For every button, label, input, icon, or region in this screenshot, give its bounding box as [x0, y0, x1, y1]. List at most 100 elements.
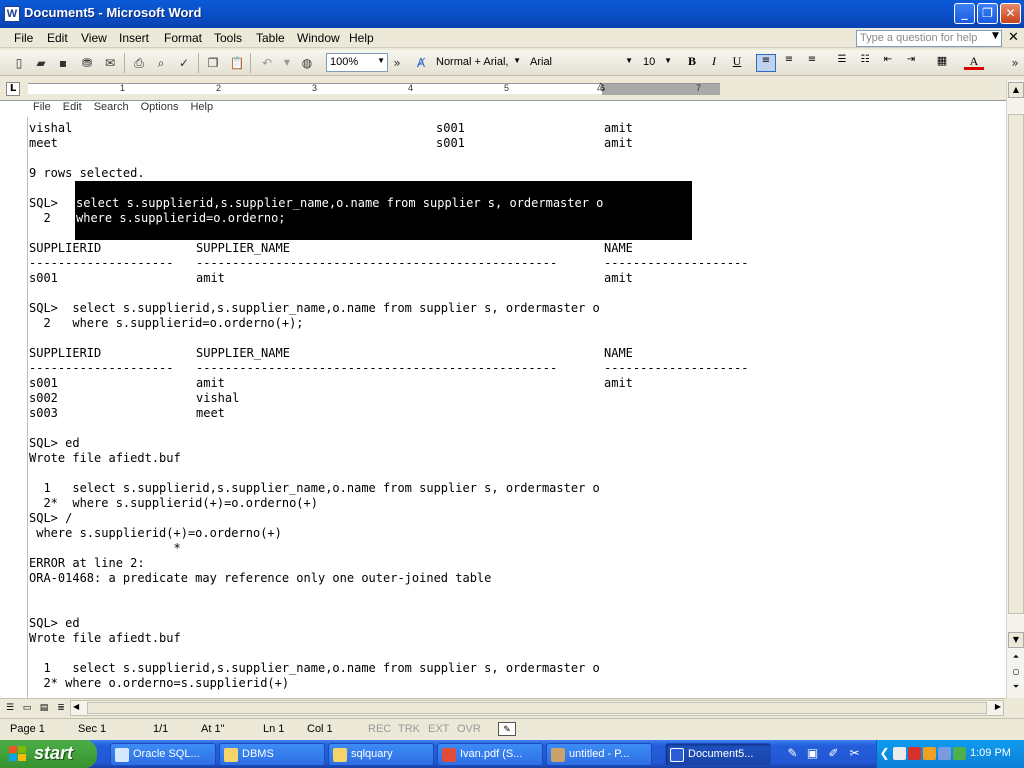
- start-button[interactable]: start: [0, 740, 97, 768]
- word-window: W Document5 - Microsoft Word _ ❐ ✕ File …: [0, 0, 1024, 740]
- copy-icon[interactable]: ❐: [204, 54, 222, 72]
- clock[interactable]: 1:09 PM: [970, 747, 1011, 759]
- toolbar-options-icon-2[interactable]: »: [1006, 54, 1024, 72]
- menu-edit[interactable]: Edit: [47, 31, 68, 45]
- ruler[interactable]: L 1 2 3 4 5 6 7 △: [0, 78, 1024, 100]
- task-oracle-sql[interactable]: Oracle SQL...: [110, 743, 216, 766]
- right-indent-marker-icon[interactable]: △: [597, 81, 605, 92]
- font-color-button[interactable]: A: [964, 54, 984, 70]
- chevron-down-icon: ▼: [377, 56, 385, 65]
- print-preview-icon[interactable]: ⌕: [152, 54, 170, 72]
- tray-icon[interactable]: [893, 747, 906, 760]
- menu-table[interactable]: Table: [256, 31, 285, 45]
- scroll-down-icon[interactable]: ▼: [1008, 632, 1024, 648]
- minimize-button[interactable]: _: [954, 3, 975, 24]
- task-ivan-pdf[interactable]: Ivan.pdf (S...: [437, 743, 543, 766]
- save-icon[interactable]: ▪: [54, 54, 72, 72]
- align-left-button[interactable]: ≡: [756, 54, 776, 72]
- next-page-icon[interactable]: ⏷: [1008, 680, 1024, 696]
- bold-button[interactable]: B: [682, 54, 702, 72]
- menu-file[interactable]: File: [14, 31, 33, 45]
- quicklaunch-icon[interactable]: ✐: [826, 746, 841, 761]
- bullets-button[interactable]: ☷: [855, 54, 875, 72]
- email-icon[interactable]: ✉: [101, 54, 119, 72]
- open-folder-icon[interactable]: ▰: [32, 54, 50, 72]
- status-ext[interactable]: EXT: [428, 723, 449, 735]
- scroll-thumb[interactable]: [1008, 114, 1024, 614]
- ask-dropdown-icon[interactable]: ▼: [992, 31, 999, 41]
- paste-icon[interactable]: 📋: [228, 54, 246, 72]
- ruler-number: 2: [216, 83, 222, 93]
- status-rec[interactable]: REC: [368, 723, 391, 735]
- maximize-button[interactable]: ❐: [977, 3, 998, 24]
- scroll-left-icon[interactable]: ◀: [73, 702, 79, 711]
- tray-icon[interactable]: [908, 747, 921, 760]
- decrease-indent-button[interactable]: ⇤: [878, 54, 898, 72]
- toolbar-separator: [124, 53, 125, 73]
- toolbar-options-icon[interactable]: »: [388, 54, 406, 72]
- document-area[interactable]: File Edit Search Options Help vishal s001 am…: [0, 100, 1006, 698]
- numbering-button[interactable]: ☰: [832, 54, 852, 72]
- ruler-strip[interactable]: 1 2 3 4 5 6 7 △: [28, 81, 720, 95]
- italic-button[interactable]: I: [704, 54, 724, 72]
- quicklaunch-icon[interactable]: ▣: [805, 746, 820, 761]
- web-layout-icon[interactable]: ▭: [20, 701, 34, 715]
- status-section: Sec 1: [78, 723, 107, 735]
- increase-indent-button[interactable]: ⇥: [901, 54, 921, 72]
- horizontal-scroll-thumb[interactable]: [87, 702, 987, 714]
- tray-icon[interactable]: [953, 747, 966, 760]
- permission-icon[interactable]: ⛃: [78, 54, 96, 72]
- scroll-right-icon[interactable]: ▶: [995, 702, 1001, 711]
- word-app-icon[interactable]: W: [4, 6, 20, 22]
- new-document-icon[interactable]: ▯: [10, 54, 28, 72]
- align-right-button[interactable]: ≡: [802, 54, 822, 72]
- normal-view-icon[interactable]: ☰: [3, 701, 17, 715]
- vertical-scrollbar[interactable]: ▲ ▼ ⏶ ○ ⏷: [1006, 80, 1024, 698]
- menu-help[interactable]: Help: [349, 31, 374, 45]
- status-trk[interactable]: TRK: [398, 723, 420, 735]
- styles-pane-icon[interactable]: Ⱥ: [412, 54, 430, 72]
- style-select[interactable]: Normal + Arial, ▼: [432, 53, 524, 72]
- cell: amit: [196, 271, 225, 285]
- previous-page-icon[interactable]: ⏶: [1008, 650, 1024, 666]
- task-dbms[interactable]: DBMS: [219, 743, 325, 766]
- undo-icon[interactable]: ↶: [258, 54, 276, 72]
- font-select[interactable]: Arial ▼: [526, 53, 636, 72]
- zoom-select[interactable]: 100% ▼: [326, 53, 388, 72]
- outline-view-icon[interactable]: ≣: [54, 701, 68, 715]
- horizontal-scrollbar[interactable]: ◀ ▶: [70, 700, 1004, 716]
- status-ovr[interactable]: OVR: [457, 723, 481, 735]
- undo-dropdown-icon[interactable]: ▼: [278, 54, 296, 72]
- task-document5[interactable]: Document5...: [665, 743, 771, 766]
- web-icon[interactable]: ◍: [298, 54, 316, 72]
- print-icon[interactable]: ⎙: [130, 54, 148, 72]
- print-layout-icon[interactable]: ▤: [37, 701, 51, 715]
- doc-menu-options: Options: [140, 101, 179, 113]
- task-sqlquary[interactable]: sqlquary: [328, 743, 434, 766]
- tray-expand-icon[interactable]: ❮: [877, 746, 892, 761]
- spelling-status-icon[interactable]: ✎: [498, 722, 516, 736]
- menu-format[interactable]: Format: [164, 31, 202, 45]
- border-button[interactable]: ▦: [932, 54, 952, 72]
- close-button[interactable]: ✕: [1000, 3, 1021, 24]
- quicklaunch-icon[interactable]: ✎: [785, 746, 800, 761]
- tray-icon[interactable]: [923, 747, 936, 760]
- tray-icon[interactable]: [938, 747, 951, 760]
- font-size-select[interactable]: 10 ▼: [639, 53, 675, 72]
- menu-tools[interactable]: Tools: [214, 31, 242, 45]
- task-paint[interactable]: untitled - P...: [546, 743, 652, 766]
- status-pages: 1/1: [153, 723, 169, 735]
- tab-selector[interactable]: L: [6, 82, 20, 96]
- underline-button[interactable]: U: [727, 54, 747, 72]
- scroll-up-icon[interactable]: ▲: [1008, 82, 1024, 98]
- select-browse-object-icon[interactable]: ○: [1008, 665, 1024, 681]
- title-bar[interactable]: W Document5 - Microsoft Word _ ❐ ✕: [0, 0, 1024, 28]
- spelling-icon[interactable]: ✓: [175, 54, 193, 72]
- ask-question-input[interactable]: Type a question for help: [856, 30, 1002, 47]
- align-center-button[interactable]: ≡: [779, 54, 799, 72]
- document-close-icon[interactable]: ✕: [1008, 30, 1019, 45]
- menu-window[interactable]: Window: [297, 31, 340, 45]
- menu-view[interactable]: View: [81, 31, 107, 45]
- menu-insert[interactable]: Insert: [119, 31, 149, 45]
- quicklaunch-icon[interactable]: ✂: [847, 746, 862, 761]
